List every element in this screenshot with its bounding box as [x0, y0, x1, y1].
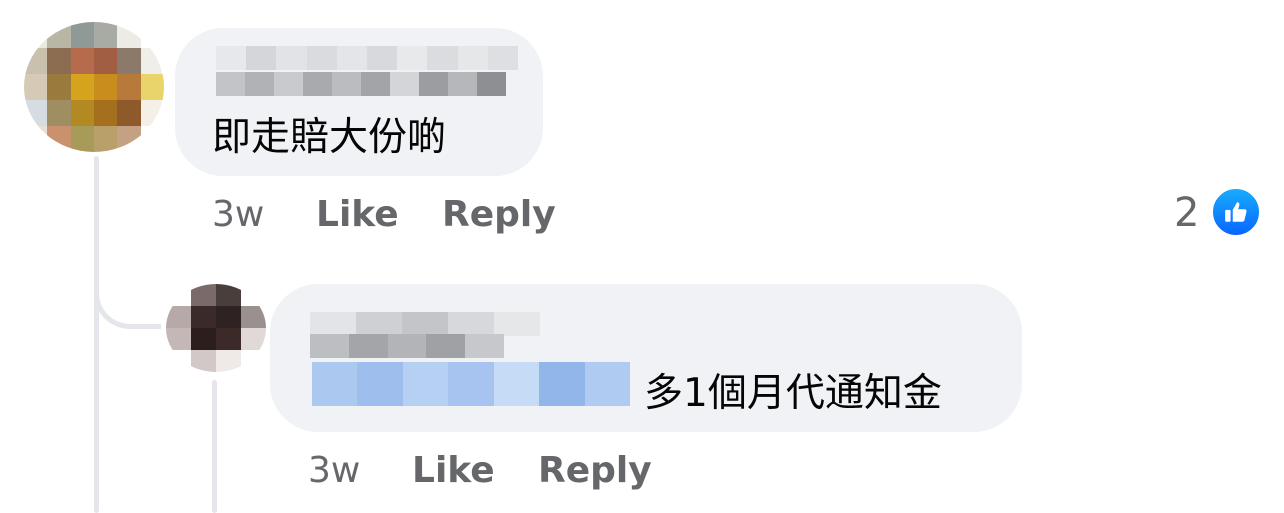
replier-name-redacted[interactable]	[310, 312, 540, 336]
thread-line-reply-connector	[94, 248, 161, 329]
commenter-name-redacted-row2	[216, 72, 506, 96]
reply-button[interactable]: Reply	[442, 194, 556, 235]
reply-text: 多1個月代通知金	[644, 371, 942, 416]
thumbs-up-icon[interactable]	[1210, 186, 1262, 238]
like-button[interactable]: Like	[316, 194, 399, 235]
comment-timestamp[interactable]: 3w	[212, 194, 264, 235]
reaction-count[interactable]: 2	[1174, 190, 1199, 236]
mention-link-redacted[interactable]	[312, 362, 630, 406]
reply-timestamp[interactable]: 3w	[308, 450, 360, 491]
like-button[interactable]: Like	[412, 450, 495, 491]
commenter-name-redacted[interactable]	[216, 46, 519, 70]
avatar[interactable]	[24, 22, 164, 152]
reply-button[interactable]: Reply	[538, 450, 652, 491]
thread-line-main	[94, 156, 99, 513]
avatar[interactable]	[166, 284, 266, 372]
comment-text: 即走賠大份啲	[212, 115, 447, 160]
thread-line-reply	[212, 380, 217, 513]
replier-name-redacted-row2	[310, 334, 504, 358]
